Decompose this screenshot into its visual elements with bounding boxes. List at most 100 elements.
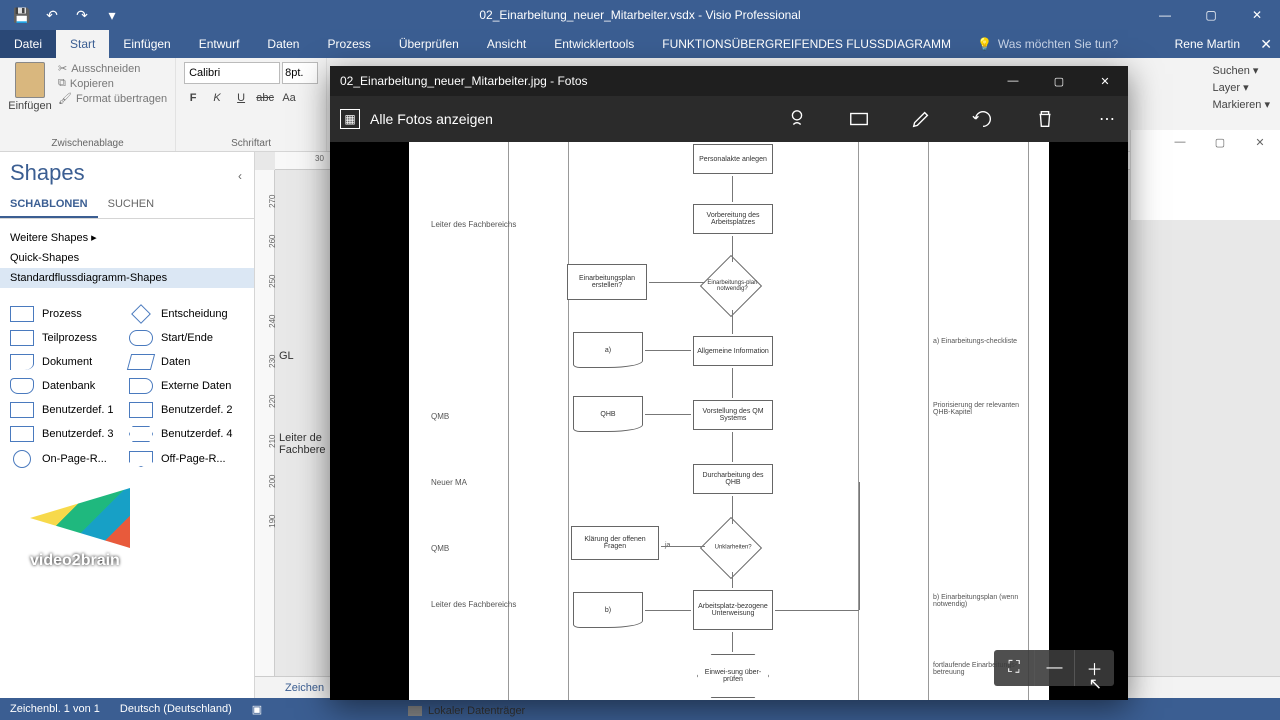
font-size-select[interactable]: [282, 62, 318, 84]
font-name-select[interactable]: [184, 62, 280, 84]
tab-review[interactable]: Überprüfen: [385, 30, 473, 58]
tab-process[interactable]: Prozess: [313, 30, 384, 58]
maximize-button[interactable]: ▢: [1188, 0, 1234, 30]
tab-view[interactable]: Ansicht: [473, 30, 540, 58]
tab-contextual-flowchart[interactable]: FUNKTIONSÜBERGREIFENDES FLUSSDIAGRAMM: [648, 30, 965, 58]
slideshow-icon[interactable]: [848, 108, 870, 130]
ribbon-tabs: Datei Start Einfügen Entwurf Daten Proze…: [0, 30, 1280, 58]
shape-custom-3[interactable]: Benutzerdef. 3: [10, 426, 125, 442]
more-icon[interactable]: ⋯: [1096, 108, 1118, 130]
copy-button[interactable]: ⧉Kopieren: [58, 77, 167, 90]
tab-start[interactable]: Start: [56, 30, 109, 58]
taskbar-disk-item[interactable]: Lokaler Datenträger: [408, 702, 525, 720]
photos-app-window: 02_Einarbeitung_neuer_Mitarbeiter.jpg - …: [330, 66, 1128, 700]
vertical-ruler: 270 260 250 240 230 220 210 200 190: [255, 170, 275, 698]
swimlane-label-leiter: Leiter de Fachbere: [279, 432, 325, 456]
video2brain-logo-icon: [30, 488, 130, 548]
close-button[interactable]: ✕: [1234, 0, 1280, 30]
zoom-in-button[interactable]: ＋: [1074, 650, 1114, 686]
minimize-button[interactable]: —: [1142, 0, 1188, 30]
layer-button[interactable]: Layer ▾: [1213, 81, 1270, 94]
photos-close-button[interactable]: ✕: [1082, 66, 1128, 96]
share-icon[interactable]: [786, 108, 808, 130]
lightbulb-icon: 💡: [977, 37, 992, 51]
redo-icon[interactable]: ↷: [74, 7, 90, 23]
photos-title-bar: 02_Einarbeitung_neuer_Mitarbeiter.jpg - …: [330, 66, 1128, 96]
displayed-image: Leiter des Fachbereichs QMB Neuer MA QMB…: [409, 142, 1049, 700]
sheet-tab[interactable]: Zeichen: [275, 680, 334, 696]
photos-maximize-button[interactable]: ▢: [1036, 66, 1082, 96]
shapes-panel: Shapes ‹ SCHABLONEN SUCHEN Weitere Shape…: [0, 152, 255, 698]
fit-to-screen-button[interactable]: ⛶: [994, 650, 1034, 686]
shape-subprocess[interactable]: Teilprozess: [10, 330, 125, 346]
italic-button[interactable]: K: [208, 92, 226, 104]
delete-icon[interactable]: [1034, 108, 1056, 130]
select-button[interactable]: Markieren ▾: [1213, 98, 1270, 111]
close-help-button[interactable]: ✕: [1260, 30, 1272, 58]
shape-decision[interactable]: Entscheidung: [129, 306, 244, 322]
signed-in-user[interactable]: Rene Martin: [1175, 30, 1240, 58]
shape-process[interactable]: Prozess: [10, 306, 125, 322]
tab-design[interactable]: Entwurf: [185, 30, 254, 58]
change-case-button[interactable]: Aa: [280, 92, 298, 104]
gallery-icon: ▦: [340, 109, 360, 129]
edit-icon[interactable]: [910, 108, 932, 130]
shape-on-page-reference[interactable]: On-Page-R...: [10, 450, 125, 468]
stencils-tab[interactable]: SCHABLONEN: [0, 192, 98, 218]
photos-toolbar: ▦ Alle Fotos anzeigen ⋯: [330, 96, 1128, 142]
bg-maximize-icon[interactable]: ▢: [1200, 130, 1240, 154]
scissors-icon: ✂: [58, 62, 67, 75]
watermark-logo: video2brain: [0, 478, 254, 580]
bg-minimize-icon[interactable]: —: [1160, 130, 1200, 154]
swimlane-label-gl: GL: [279, 350, 325, 362]
shape-external-data[interactable]: Externe Daten: [129, 378, 244, 394]
shape-custom-4[interactable]: Benutzerdef. 4: [129, 426, 244, 442]
paste-button[interactable]: Einfügen: [8, 62, 52, 112]
background-window: — ▢ ✕: [1130, 130, 1280, 220]
macro-recorder-icon[interactable]: ▣: [252, 703, 262, 716]
bg-close-icon[interactable]: ✕: [1240, 130, 1280, 154]
tab-insert[interactable]: Einfügen: [109, 30, 184, 58]
quick-shapes-item[interactable]: Quick-Shapes: [10, 248, 244, 268]
visio-title-bar: 💾 ↶ ↷ ▾ 02_Einarbeitung_neuer_Mitarbeite…: [0, 0, 1280, 30]
search-tab[interactable]: SUCHEN: [98, 192, 164, 218]
qat-customize-icon[interactable]: ▾: [104, 7, 120, 23]
undo-icon[interactable]: ↶: [44, 7, 60, 23]
tell-me-search[interactable]: 💡 Was möchten Sie tun?: [965, 30, 1130, 58]
disk-icon: [408, 706, 422, 716]
shape-database[interactable]: Datenbank: [10, 378, 125, 394]
save-icon[interactable]: 💾: [14, 7, 30, 23]
language-indicator[interactable]: Deutsch (Deutschland): [120, 703, 232, 715]
shapes-panel-title: Shapes: [10, 160, 85, 186]
page-indicator: Zeichenbl. 1 von 1: [10, 703, 100, 715]
collapse-shapes-button[interactable]: ‹: [238, 169, 242, 183]
rotate-icon[interactable]: [972, 108, 994, 130]
tab-file[interactable]: Datei: [0, 30, 56, 58]
shape-start-end[interactable]: Start/Ende: [129, 330, 244, 346]
zoom-out-button[interactable]: —: [1034, 650, 1074, 686]
show-all-photos-button[interactable]: ▦ Alle Fotos anzeigen: [340, 109, 493, 129]
tab-developer[interactable]: Entwicklertools: [540, 30, 648, 58]
zoom-controls: ⛶ — ＋: [994, 650, 1114, 686]
photos-minimize-button[interactable]: —: [990, 66, 1036, 96]
find-button[interactable]: Suchen ▾: [1213, 64, 1270, 77]
shape-custom-1[interactable]: Benutzerdef. 1: [10, 402, 125, 418]
standard-flowchart-stencil[interactable]: Standardflussdiagramm-Shapes: [0, 268, 254, 288]
photos-viewport[interactable]: Leiter des Fachbereichs QMB Neuer MA QMB…: [330, 142, 1128, 700]
shape-custom-2[interactable]: Benutzerdef. 2: [129, 402, 244, 418]
photos-window-title: 02_Einarbeitung_neuer_Mitarbeiter.jpg - …: [340, 74, 588, 88]
clipboard-group-label: Zwischenablage: [8, 136, 167, 149]
underline-button[interactable]: U: [232, 92, 250, 104]
shape-data[interactable]: Daten: [129, 354, 244, 370]
shape-document[interactable]: Dokument: [10, 354, 125, 370]
more-shapes-item[interactable]: Weitere Shapes ▸: [10, 227, 244, 248]
window-title: 02_Einarbeitung_neuer_Mitarbeiter.vsdx -…: [479, 8, 800, 22]
strikethrough-button[interactable]: abc: [256, 92, 274, 104]
shape-off-page-reference[interactable]: Off-Page-R...: [129, 450, 244, 468]
bold-button[interactable]: F: [184, 92, 202, 104]
format-painter-button[interactable]: 🖌Format übertragen: [58, 92, 167, 105]
chevron-right-icon: ▸: [91, 232, 97, 244]
status-bar: Zeichenbl. 1 von 1 Deutsch (Deutschland)…: [0, 698, 1280, 720]
tab-data[interactable]: Daten: [253, 30, 313, 58]
cut-button[interactable]: ✂Ausschneiden: [58, 62, 167, 75]
